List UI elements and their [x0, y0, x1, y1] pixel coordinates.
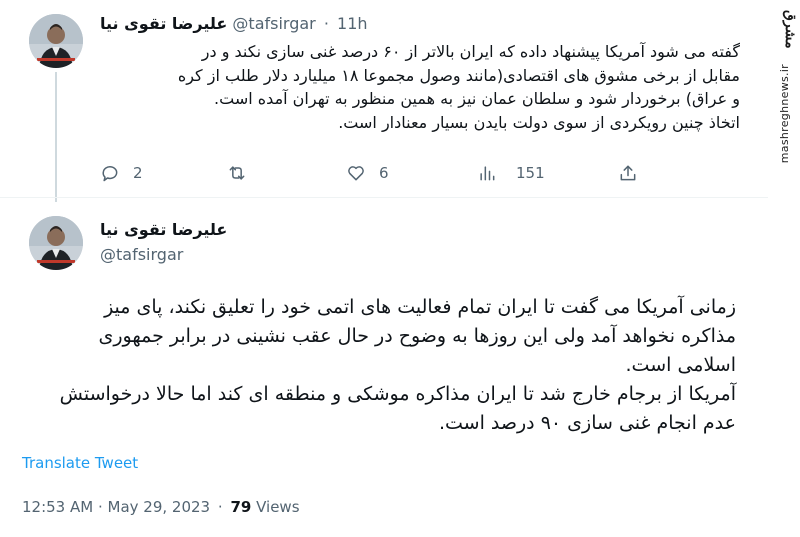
- divider: [0, 197, 768, 198]
- display-name[interactable]: علیرضا تقوی نیا: [100, 220, 227, 239]
- tweet-text-line: زمانی آمریکا می گفت تا ایران تمام فعالیت…: [104, 296, 736, 318]
- user-handle[interactable]: @tafsirgar: [232, 14, 315, 33]
- views-count: 79: [230, 498, 252, 516]
- reply-icon: [102, 166, 118, 182]
- tweet-meta: 12:53 AM · May 29, 2023 · 79 Views: [22, 498, 300, 516]
- reply-count: 2: [133, 164, 143, 182]
- tweet-text: گفته می شود آمریکا پیشنهاد داده که ایران…: [88, 40, 740, 134]
- like-count: 6: [379, 164, 389, 182]
- heart-icon: [348, 166, 364, 181]
- avatar[interactable]: [29, 216, 83, 270]
- views-label: Views: [256, 498, 300, 516]
- user-handle[interactable]: @tafsirgar: [100, 245, 183, 264]
- tweet-text-line: گفته می شود آمریکا پیشنهاد داده که ایران…: [201, 42, 740, 61]
- separator-dot: ·: [217, 498, 223, 516]
- avatar-photo-icon: [29, 14, 83, 68]
- share-upload-icon: [620, 165, 636, 181]
- avatar[interactable]: [29, 14, 83, 68]
- views-button[interactable]: 151: [477, 160, 545, 186]
- thread-connector-line: [55, 72, 57, 202]
- tweet-text-line: مذاکره نخواهد آمد ولی این روزها به وضوح …: [98, 325, 737, 347]
- tweet-text-line: عدم انجام غنی سازی ۹۰ درصد است.: [438, 412, 736, 434]
- separator-dot: ·: [323, 14, 329, 33]
- watermark-url: mashreghnews.ir: [778, 64, 791, 164]
- retweet-button[interactable]: [227, 160, 260, 186]
- quoted-tweet[interactable]: علیرضا تقوی نیا @tafsirgar · 11h گفته می…: [0, 0, 768, 202]
- main-tweet-text: زمانی آمریکا می گفت تا ایران تمام فعالیت…: [24, 293, 736, 438]
- analytics-bars-icon: [480, 166, 495, 181]
- share-button[interactable]: [618, 160, 638, 186]
- display-name[interactable]: علیرضا تقوی نیا: [100, 14, 227, 33]
- views-count: 151: [516, 164, 545, 182]
- watermark-logo: مشرق: [782, 10, 798, 49]
- tweet-text-line: مقابل از برخی مشوق های اقتصادی(مانند وصو…: [177, 65, 740, 85]
- tweet-text-line: اسلامی است.: [625, 354, 736, 376]
- reply-button[interactable]: 2: [100, 160, 143, 186]
- tweet-text-line: آمریکا از برجام خارج شد تا ایران مذاکره …: [59, 383, 736, 405]
- tweet-text-line: و عراق) برخوردار شود و سلطان عمان نیز به…: [214, 89, 740, 108]
- like-button[interactable]: 6: [346, 160, 389, 186]
- translate-tweet-link[interactable]: Translate Tweet: [22, 454, 138, 472]
- retweet-icon: [229, 166, 245, 180]
- tweet-actions: 2 6 151: [100, 160, 660, 186]
- tweet-text-line: اتخاذ چنین رویکردی از سوی دولت بایدن بسی…: [338, 112, 740, 132]
- tweet-timestamp[interactable]: 12:53 AM · May 29, 2023: [22, 498, 210, 516]
- avatar-photo-icon: [29, 216, 83, 270]
- tweet-header: علیرضا تقوی نیا @tafsirgar · 11h: [100, 14, 368, 33]
- tweet-time[interactable]: 11h: [337, 14, 368, 33]
